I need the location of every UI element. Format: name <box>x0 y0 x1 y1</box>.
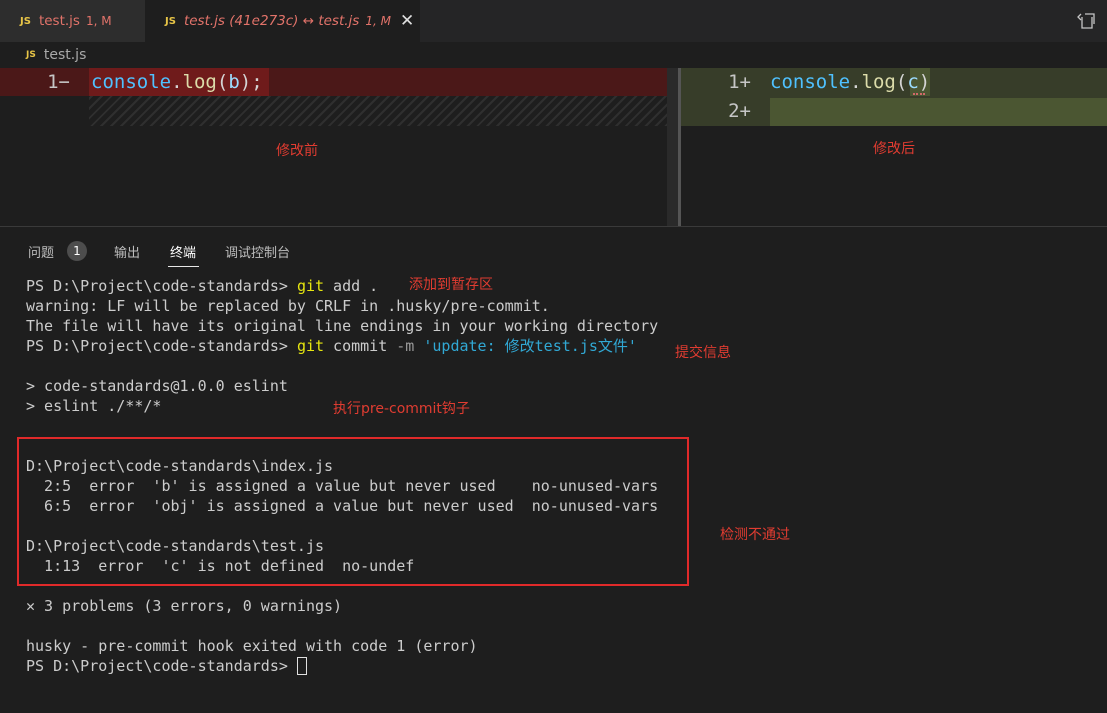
error-x-icon: ✕ <box>26 597 36 615</box>
diff-original-pane[interactable]: 1− console.log(b); <box>0 68 667 226</box>
terminal-line: PS D:\Project\code-standards> git commit… <box>26 336 637 356</box>
terminal-args: add . <box>324 277 379 295</box>
js-file-icon: JS <box>26 50 36 60</box>
tab-label: test.js (41e273c) ↔ test.js <box>183 13 360 29</box>
diff-filler-hatch <box>89 96 667 126</box>
annotation-after: 修改后 <box>873 141 915 157</box>
code-token: console <box>770 71 851 93</box>
code-token: . <box>850 71 862 93</box>
tab-status: 1, M <box>85 14 112 28</box>
terminal-cursor[interactable] <box>296 657 307 675</box>
tab-status: 1, M <box>365 14 391 28</box>
terminal-prompt: PS D:\Project\code-standards> <box>26 337 288 355</box>
js-file-icon: JS <box>165 15 176 27</box>
breadcrumb: JS test.js <box>0 42 1107 68</box>
line-number: 1+ <box>728 71 751 93</box>
annotation-staging: 添加到暂存区 <box>409 277 493 293</box>
terminal-prompt: PS D:\Project\code-standards> <box>26 277 288 295</box>
line-number: 2+ <box>728 100 751 122</box>
close-icon[interactable]: ✕ <box>400 12 414 30</box>
annotation-before: 修改前 <box>276 143 318 159</box>
terminal-prompt: PS D:\Project\code-standards> <box>26 657 288 675</box>
terminal-line: > eslint ./**/* <box>26 397 162 415</box>
line-number: 1− <box>47 71 70 93</box>
error-squiggle <box>913 91 925 95</box>
terminal-command: git <box>296 337 325 355</box>
annotation-failed: 检测不通过 <box>720 527 790 543</box>
active-tab-indicator <box>168 266 199 267</box>
terminal-line: > code-standards@1.0.0 eslint <box>26 377 288 395</box>
code-token: log <box>861 71 896 93</box>
code-line: console.log(c) <box>770 68 930 96</box>
tab-test-js-diff[interactable]: JS test.js (41e273c) ↔ test.js 1, M ✕ <box>145 0 420 42</box>
annotation-commit-message: 提交信息 <box>675 345 731 361</box>
added-text-highlight <box>770 98 1107 126</box>
terminal-line: PS D:\Project\code-standards> git add . <box>26 276 378 296</box>
tab-debug-console[interactable]: 调试控制台 <box>225 242 290 261</box>
terminal-summary: 3 problems (3 errors, 0 warnings) <box>35 597 343 615</box>
terminal-line: PS D:\Project\code-standards> <box>26 656 307 676</box>
problems-count-badge: 1 <box>67 241 87 261</box>
breadcrumb-file[interactable]: test.js <box>44 47 87 63</box>
js-file-icon: JS <box>20 15 31 27</box>
terminal-line: husky - pre-commit hook exited with code… <box>26 637 478 655</box>
code-token: c <box>907 71 919 93</box>
terminal-line: ✕ 3 problems (3 errors, 0 warnings) <box>26 596 342 616</box>
terminal-command: git <box>296 277 325 295</box>
terminal-string: 'update: 修改test.js文件' <box>414 337 637 355</box>
tab-problems[interactable]: 问题 <box>28 242 54 261</box>
annotation-hook: 执行pre-commit钩子 <box>333 401 470 417</box>
terminal-line: The file will have its original line end… <box>26 317 659 335</box>
panel-tab-bar: 问题 1 输出 终端 调试控制台 <box>0 227 1107 271</box>
code-token: b <box>228 71 240 93</box>
terminal-args: commit <box>324 337 397 355</box>
tab-label: test.js <box>38 13 80 29</box>
tab-test-js[interactable]: JS test.js 1, M <box>0 0 145 42</box>
code-token: log <box>182 71 217 93</box>
open-file-icon[interactable] <box>1077 11 1097 31</box>
code-token: ( <box>895 71 908 93</box>
code-token: ) <box>918 71 931 93</box>
tab-output[interactable]: 输出 <box>114 242 140 261</box>
code-token: ); <box>239 71 263 93</box>
code-token: ( <box>216 71 229 93</box>
terminal-line: warning: LF will be replaced by CRLF in … <box>26 297 550 315</box>
tab-terminal[interactable]: 终端 <box>170 242 196 261</box>
code-token: . <box>171 71 183 93</box>
code-line: console.log(b); <box>91 68 263 96</box>
code-token: console <box>91 71 172 93</box>
terminal-flag: -m <box>396 337 415 355</box>
editor-tab-bar: JS test.js 1, M JS test.js (41e273c) ↔ t… <box>0 0 1107 42</box>
error-highlight-box <box>17 437 689 586</box>
